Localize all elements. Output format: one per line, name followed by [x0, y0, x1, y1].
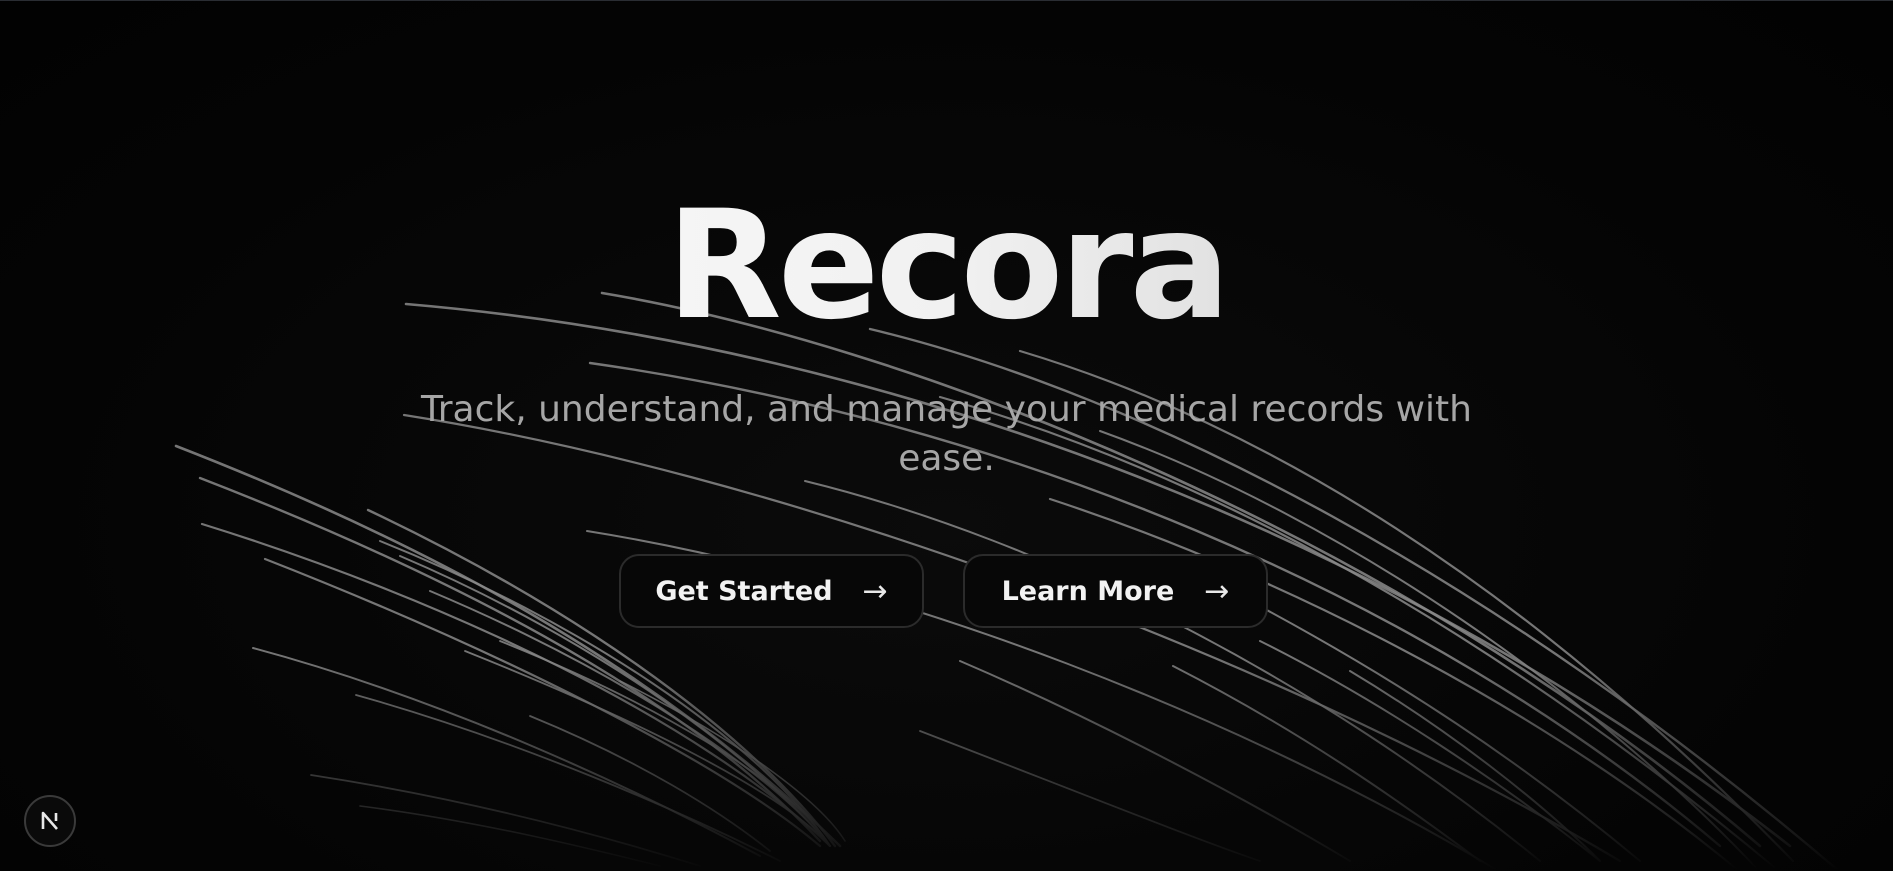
nextjs-logo-icon [41, 811, 58, 830]
get-started-button[interactable]: Get Started → [619, 554, 924, 628]
hero-section: Recora Track, understand, and manage you… [0, 1, 1893, 871]
landing-page: Recora Track, understand, and manage you… [0, 0, 1893, 871]
arrow-right-icon: → [862, 573, 888, 609]
nextjs-dev-badge[interactable] [24, 795, 76, 847]
learn-more-button[interactable]: Learn More → [963, 554, 1268, 628]
hero-title: Recora [0, 191, 1893, 341]
get-started-label: Get Started [655, 575, 833, 607]
learn-more-label: Learn More [1001, 575, 1175, 607]
arrow-right-icon: → [1204, 573, 1230, 609]
hero-subtitle: Track, understand, and manage your medic… [421, 389, 1472, 479]
